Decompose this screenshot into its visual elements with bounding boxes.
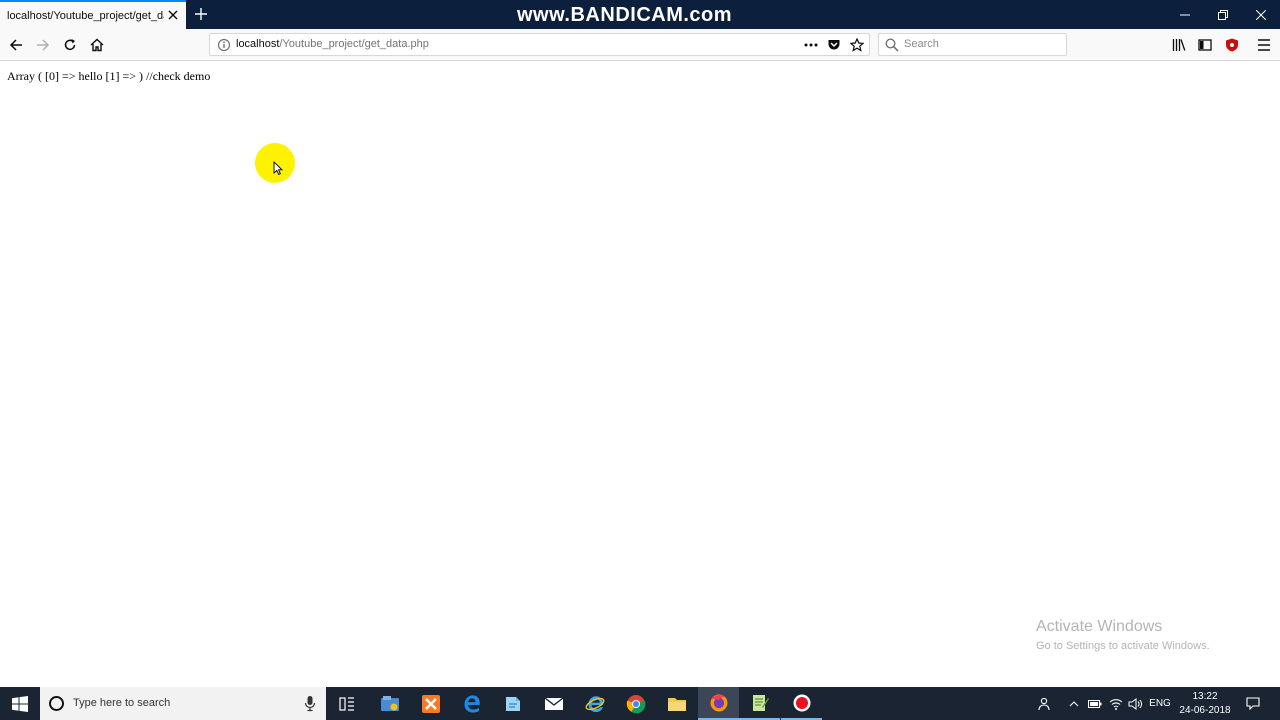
task-view-icon[interactable] bbox=[326, 687, 367, 720]
language-indicator: ENG bbox=[1149, 698, 1171, 709]
mail-icon[interactable] bbox=[533, 687, 574, 720]
library-icon[interactable] bbox=[1168, 34, 1190, 56]
activate-windows-watermark: Activate Windows Go to Settings to activ… bbox=[1036, 618, 1210, 652]
address-bar[interactable]: localhost/Youtube_project/get_data.php bbox=[209, 33, 870, 56]
ublock-shield-icon[interactable] bbox=[1221, 34, 1243, 56]
activate-windows-subtitle: Go to Settings to activate Windows. bbox=[1036, 640, 1210, 652]
notepad-app-icon[interactable] bbox=[492, 687, 533, 720]
show-hidden-icons-chevron-icon[interactable] bbox=[1066, 687, 1082, 720]
close-tab-icon[interactable] bbox=[165, 7, 181, 23]
mouse-pointer-icon bbox=[273, 160, 284, 180]
url-path: /Youtube_project/get_data.php bbox=[279, 38, 429, 50]
xampp-icon[interactable] bbox=[410, 687, 451, 720]
active-tab[interactable]: localhost/Youtube_project/get_data.php bbox=[0, 0, 186, 29]
input-language[interactable]: ENG bbox=[1146, 687, 1174, 720]
pocket-icon[interactable] bbox=[825, 36, 843, 54]
clock[interactable]: 13:22 24-06-2018 bbox=[1176, 690, 1234, 718]
bandicam-record-icon[interactable] bbox=[781, 687, 822, 720]
page-actions-icon[interactable] bbox=[802, 36, 820, 54]
search-placeholder: Search bbox=[904, 38, 939, 50]
taskbar-search-placeholder: Type here to search bbox=[73, 697, 171, 709]
navigation-toolbar: localhost/Youtube_project/get_data.php S… bbox=[0, 29, 1280, 61]
close-window-icon[interactable] bbox=[1241, 0, 1280, 29]
taskbar-search-box[interactable]: Type here to search bbox=[40, 687, 326, 720]
windows-taskbar: Type here to search ENG 13:22 24-06-2018 bbox=[0, 687, 1280, 720]
recording-watermark: www.BANDICAM.com bbox=[517, 4, 733, 26]
internet-explorer-icon[interactable] bbox=[574, 687, 615, 720]
volume-icon[interactable] bbox=[1126, 687, 1144, 720]
microphone-icon[interactable] bbox=[303, 695, 317, 712]
notepad-plus-plus-icon[interactable] bbox=[739, 687, 780, 720]
title-bar: localhost/Youtube_project/get_data.php w… bbox=[0, 0, 1280, 29]
page-content: Array ( [0] => hello [1] => ) //check de… bbox=[0, 62, 1280, 687]
home-icon[interactable] bbox=[85, 33, 109, 57]
action-center-icon[interactable] bbox=[1242, 687, 1264, 720]
firefox-icon[interactable] bbox=[698, 687, 739, 720]
cortana-icon bbox=[49, 696, 64, 711]
url-host: localhost bbox=[236, 38, 280, 50]
clock-date: 24-06-2018 bbox=[1179, 705, 1231, 716]
php-output-text: Array ( [0] => hello [1] => ) //check de… bbox=[7, 69, 211, 83]
activate-windows-title: Activate Windows bbox=[1036, 618, 1163, 635]
forward-arrow-icon[interactable] bbox=[31, 33, 55, 57]
bookmark-star-icon[interactable] bbox=[848, 36, 866, 54]
chrome-icon[interactable] bbox=[615, 687, 656, 720]
clock-time: 13:22 bbox=[1192, 691, 1218, 702]
search-bar[interactable]: Search bbox=[878, 33, 1067, 56]
battery-icon[interactable] bbox=[1086, 687, 1104, 720]
people-icon[interactable] bbox=[1034, 687, 1056, 720]
edge-browser-icon[interactable] bbox=[451, 687, 492, 720]
windows-start-icon[interactable] bbox=[0, 687, 40, 720]
menu-hamburger-icon[interactable] bbox=[1253, 34, 1275, 56]
tab-title: localhost/Youtube_project/get_data.php bbox=[7, 9, 164, 22]
back-arrow-icon[interactable] bbox=[4, 33, 28, 57]
file-explorer-icon[interactable] bbox=[656, 687, 697, 720]
minimize-icon[interactable] bbox=[1165, 0, 1205, 29]
restore-icon[interactable] bbox=[1203, 0, 1243, 29]
search-icon bbox=[885, 38, 899, 52]
sidebar-icon[interactable] bbox=[1194, 34, 1216, 56]
new-tab-icon[interactable] bbox=[192, 5, 210, 23]
reload-icon[interactable] bbox=[58, 33, 82, 57]
wifi-icon[interactable] bbox=[1106, 687, 1126, 720]
page-info-icon[interactable] bbox=[217, 38, 231, 52]
file-manager-app-icon[interactable] bbox=[369, 687, 410, 720]
url-text[interactable]: localhost/Youtube_project/get_data.php bbox=[236, 38, 429, 50]
